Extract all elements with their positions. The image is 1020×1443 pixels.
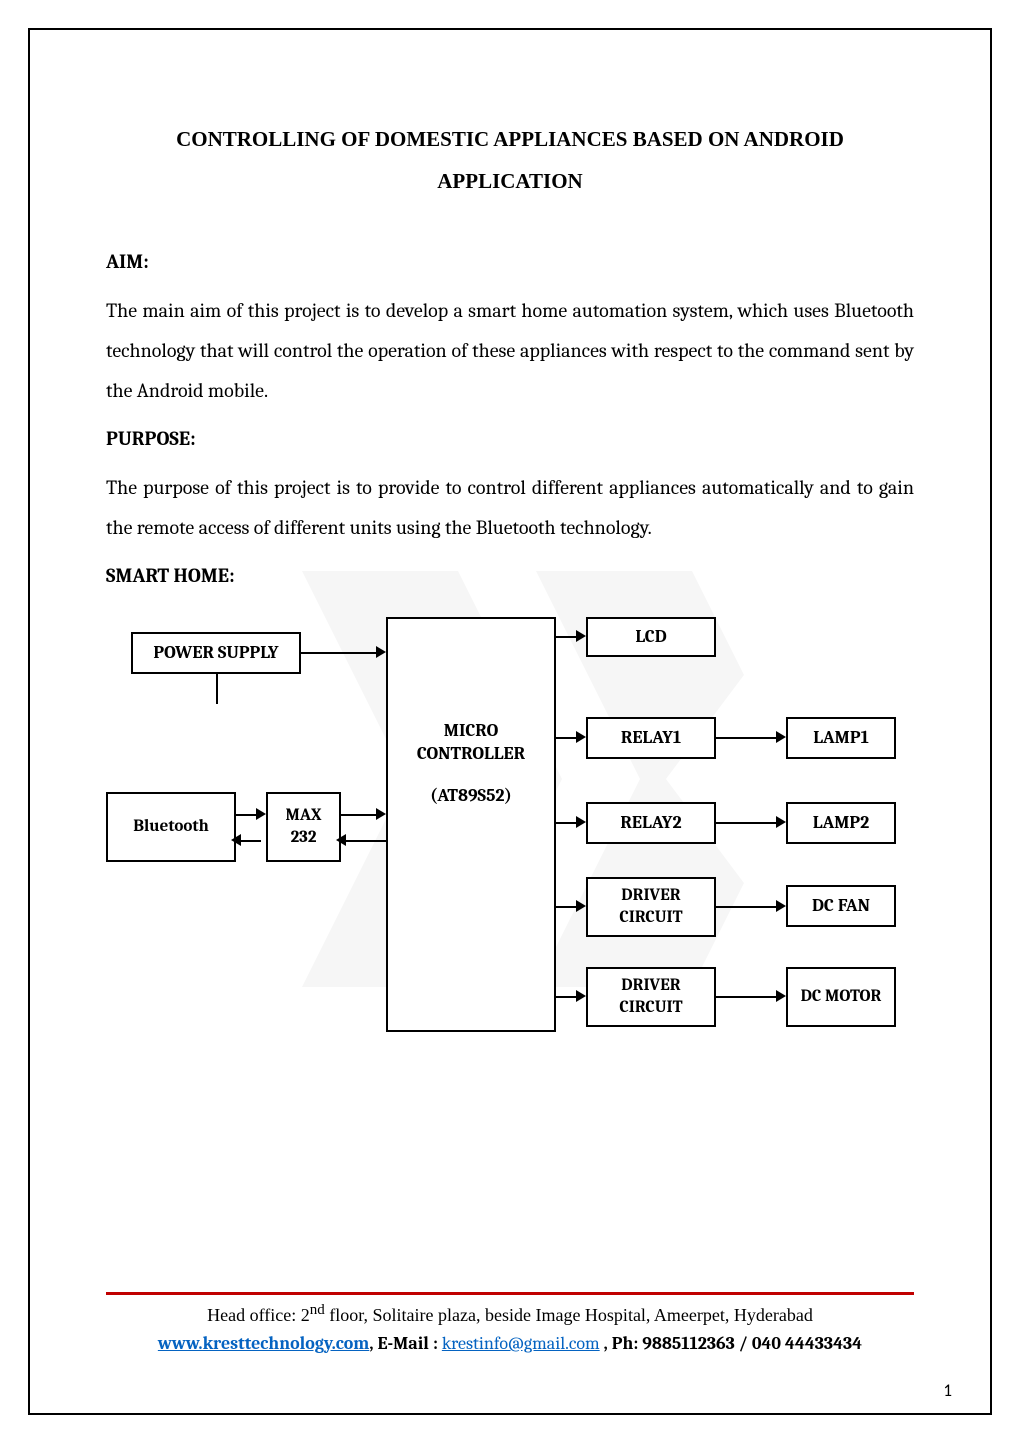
wire [716, 822, 781, 824]
block-microcontroller: MICRO CONTROLLER (AT89S52) [386, 617, 556, 1032]
block-driver2: DRIVER CIRCUIT [586, 967, 716, 1027]
label-driver1: DRIVER CIRCUIT [596, 885, 706, 929]
wire [341, 814, 381, 816]
arrow-left-icon [231, 834, 241, 846]
block-power-supply: POWER SUPPLY [131, 632, 301, 674]
label-dcfan: DC FAN [812, 894, 870, 917]
footer-phone: , Ph: 9885112363 / 040 44433434 [600, 1333, 862, 1354]
block-dcfan: DC FAN [786, 885, 896, 927]
footer: Head office: 2nd floor, Solitaire plaza,… [106, 1298, 914, 1359]
text-purpose: The purpose of this project is to provid… [106, 468, 914, 548]
block-relay2: RELAY2 [586, 802, 716, 844]
wire [716, 996, 781, 998]
footer-contact: www.kresttechnology.com, E-Mail : kresti… [106, 1330, 914, 1359]
label-bluetooth: Bluetooth [133, 816, 209, 838]
heading-purpose: PURPOSE: [106, 427, 914, 450]
footer-email-link[interactable]: krestinfo@gmail.com [442, 1333, 600, 1354]
footer-address: Head office: 2nd floor, Solitaire plaza,… [106, 1298, 914, 1330]
label-driver2: DRIVER CIRCUIT [596, 975, 706, 1019]
block-lamp2: LAMP2 [786, 802, 896, 844]
block-diagram: POWER SUPPLY Bluetooth MAX 232 MICRO CON… [106, 617, 914, 1037]
arrow-right-icon [576, 731, 586, 743]
label-lamp2: LAMP2 [813, 811, 870, 834]
block-dcmotor: DC MOTOR [786, 967, 896, 1027]
arrow-right-icon [576, 816, 586, 828]
arrow-right-icon [256, 808, 266, 820]
label-lamp1: LAMP1 [813, 726, 869, 749]
heading-aim: AIM: [106, 250, 914, 273]
block-relay1: RELAY1 [586, 717, 716, 759]
block-lamp1: LAMP1 [786, 717, 896, 759]
arrow-right-icon [376, 646, 386, 658]
page-content: CONTROLLING OF DOMESTIC APPLIANCES BASED… [28, 28, 992, 1415]
label-max232: MAX 232 [276, 805, 331, 849]
label-dcmotor: DC MOTOR [801, 986, 882, 1008]
footer-website-text: www.kresttechnology.com [158, 1333, 369, 1354]
label-mcu-line1: MICRO CONTROLLER [388, 719, 554, 766]
wire [341, 840, 386, 842]
block-max232: MAX 232 [266, 792, 341, 862]
wire [216, 674, 218, 704]
label-mcu-line2: (AT89S52) [388, 784, 554, 807]
label-relay2: RELAY2 [620, 811, 681, 834]
footer-email-label: , E-Mail : [369, 1333, 442, 1354]
label-power-supply: POWER SUPPLY [153, 641, 278, 664]
text-aim: The main aim of this project is to devel… [106, 291, 914, 411]
arrow-right-icon [576, 990, 586, 1002]
page-number: 1 [943, 1380, 952, 1401]
label-relay1: RELAY1 [621, 726, 681, 749]
arrow-right-icon [376, 808, 386, 820]
block-driver1: DRIVER CIRCUIT [586, 877, 716, 937]
label-lcd: LCD [635, 625, 666, 648]
footer-address-sup: nd [310, 1302, 325, 1318]
footer-website-link[interactable]: www.kresttechnology.com [158, 1333, 369, 1354]
block-lcd: LCD [586, 617, 716, 657]
document-title: CONTROLLING OF DOMESTIC APPLIANCES BASED… [106, 118, 914, 202]
arrow-right-icon [776, 731, 786, 743]
arrow-left-icon [336, 834, 346, 846]
arrow-right-icon [576, 630, 586, 642]
arrow-right-icon [576, 900, 586, 912]
arrow-right-icon [776, 990, 786, 1002]
heading-smarthome: SMART HOME: [106, 564, 914, 587]
arrow-right-icon [776, 816, 786, 828]
block-bluetooth: Bluetooth [106, 792, 236, 862]
wire [716, 906, 781, 908]
wire [716, 737, 781, 739]
wire [301, 652, 381, 654]
footer-address-suffix: floor, Solitaire plaza, beside Image Hos… [325, 1305, 813, 1325]
footer-address-prefix: Head office: 2 [207, 1305, 310, 1325]
arrow-right-icon [776, 900, 786, 912]
footer-divider [106, 1292, 914, 1295]
